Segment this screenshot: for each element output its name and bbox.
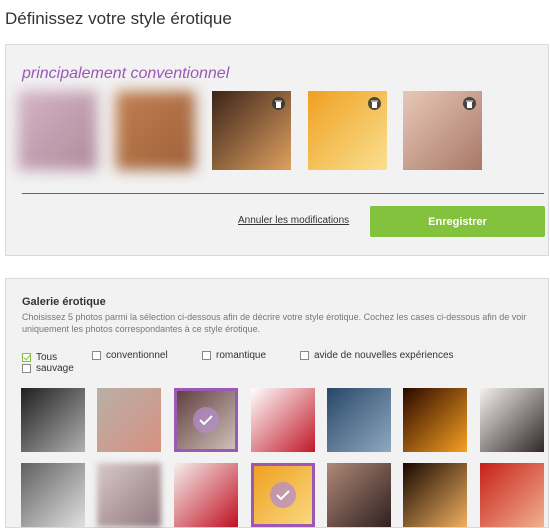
page-title: Définissez votre style érotique: [5, 9, 232, 28]
filter-wild-label: sauvage: [36, 363, 74, 374]
trash-icon[interactable]: [272, 97, 285, 110]
checkbox-conventional[interactable]: [92, 351, 101, 360]
gallery-photo[interactable]: [97, 463, 161, 527]
gallery-photo[interactable]: [327, 463, 391, 527]
gallery-photo[interactable]: [251, 388, 315, 452]
filter-romantic-label: romantique: [216, 350, 267, 361]
filter-wild[interactable]: sauvage: [22, 363, 74, 374]
gallery-description: Choisissez 5 photos parmi la sélection c…: [22, 312, 527, 334]
selected-photo-5: [403, 91, 482, 170]
gallery-photo[interactable]: [174, 463, 238, 527]
gallery-title: Galerie érotique: [22, 296, 106, 308]
check-icon: [270, 482, 296, 508]
selected-photo-4: [308, 91, 387, 170]
filter-all-label: Tous: [36, 352, 58, 363]
checkbox-wild[interactable]: [22, 364, 31, 373]
selected-photo-1: [18, 91, 97, 170]
gallery-photo[interactable]: [21, 463, 85, 527]
check-icon: [193, 407, 219, 433]
filter-conventional-label: conventionnel: [106, 350, 168, 361]
gallery-photo[interactable]: [251, 463, 315, 527]
trash-icon[interactable]: [463, 97, 476, 110]
checkbox-all[interactable]: [22, 353, 31, 362]
style-name: principalement conventionnel: [22, 65, 230, 82]
gallery-photo[interactable]: [480, 388, 544, 452]
selected-photo-2: [116, 91, 195, 170]
filter-romantic[interactable]: romantique: [202, 350, 266, 361]
gallery-photo[interactable]: [480, 463, 544, 527]
trash-icon[interactable]: [368, 97, 381, 110]
selected-photo-3: [212, 91, 291, 170]
gallery-photo[interactable]: [403, 388, 467, 452]
divider: [22, 193, 544, 194]
gallery-photo[interactable]: [97, 388, 161, 452]
gallery-photo[interactable]: [327, 388, 391, 452]
gallery-photo[interactable]: [174, 388, 238, 452]
cancel-changes-link[interactable]: Annuler les modifications: [238, 215, 349, 226]
save-button[interactable]: Enregistrer: [370, 206, 545, 237]
checkbox-romantic[interactable]: [202, 351, 211, 360]
filter-all[interactable]: Tous: [22, 352, 57, 363]
gallery-photo[interactable]: [21, 388, 85, 452]
filter-conventional[interactable]: conventionnel: [92, 350, 168, 361]
filter-adventurous[interactable]: avide de nouvelles expériences: [300, 350, 454, 361]
gallery-panel: Galerie érotique Choisissez 5 photos par…: [5, 278, 549, 528]
gallery-photo[interactable]: [403, 463, 467, 527]
checkbox-adventurous[interactable]: [300, 351, 309, 360]
filter-adventurous-label: avide de nouvelles expériences: [314, 350, 454, 361]
selected-style-panel: principalement conventionnel Annuler les…: [5, 44, 549, 256]
